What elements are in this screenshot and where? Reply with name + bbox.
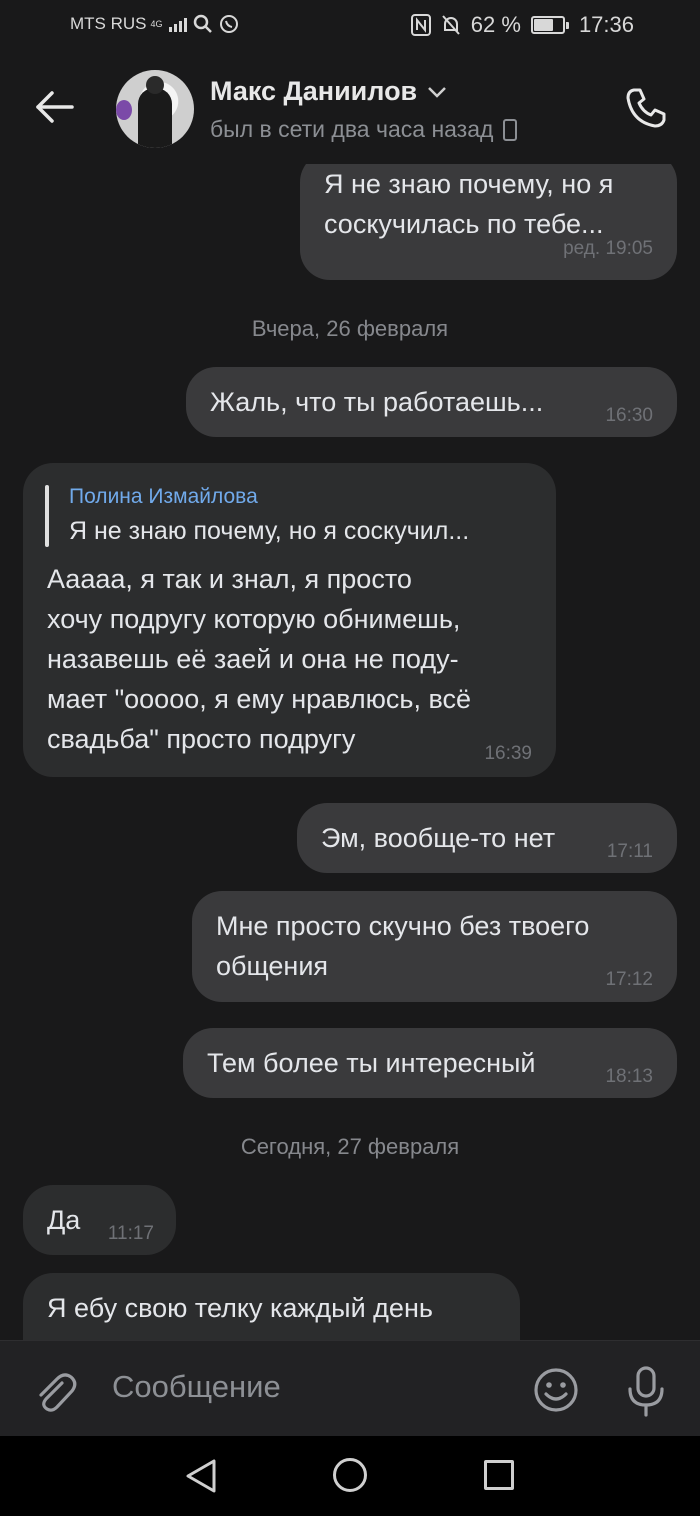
battery-icon <box>530 16 569 34</box>
message-bubble-outgoing[interactable]: Эм, вообще-то нет 17:11 <box>297 803 677 873</box>
message-time: 17:12 <box>605 969 653 990</box>
date-separator: Сегодня, 27 февраля <box>240 1134 460 1159</box>
reply-author[interactable]: Полина Измайлова <box>69 485 258 509</box>
nav-home-icon[interactable] <box>333 1458 367 1492</box>
whatsapp-icon <box>219 15 238 33</box>
reply-quote-bar <box>45 485 49 547</box>
message-bubble-incoming[interactable]: Да 11:17 <box>23 1185 176 1255</box>
chevron-down-icon <box>428 86 447 98</box>
contact-status: был в сети два часа назад <box>210 116 518 143</box>
message-time: 17:11 <box>606 841 653 862</box>
chat-header: Макс Даниилов был в сети два часа назад <box>0 54 700 164</box>
mute-bell-icon <box>442 15 460 35</box>
message-text: Я ебу свою телку каждый день <box>47 1293 433 1323</box>
nav-back-icon[interactable] <box>184 1458 218 1494</box>
message-composer: Сообщение <box>0 1340 700 1437</box>
nfc-icon <box>410 14 431 36</box>
network-type: 4G <box>150 18 163 29</box>
message-text: Я не знаю почему, но я соскучилась по те… <box>324 169 614 239</box>
microphone-icon[interactable] <box>624 1365 668 1417</box>
message-text: Тем более ты интересный <box>207 1048 536 1078</box>
message-text: Мне просто скучно без твоего общения <box>216 911 590 981</box>
message-text: Да <box>47 1205 81 1235</box>
paperclip-icon[interactable] <box>32 1369 78 1415</box>
message-bubble-incoming[interactable]: Полина Измайлова Я не знаю почему, но я … <box>23 463 556 777</box>
reply-text[interactable]: Я не знаю почему, но я соскучил... <box>69 517 469 546</box>
clock: 17:36 <box>578 12 634 37</box>
message-bubble-outgoing[interactable]: Я не знаю почему, но я соскучилась по те… <box>300 164 677 280</box>
battery-percent: 62 % <box>470 12 521 37</box>
status-bar: MTS RUS 4G 62 % 17:36 <box>0 0 700 54</box>
message-bubble-incoming[interactable]: Я ебу свою телку каждый день <box>23 1273 520 1340</box>
message-bubble-outgoing[interactable]: Жаль, что ты работаешь... 16:30 <box>186 367 677 437</box>
message-time: 11:17 <box>107 1223 154 1244</box>
contact-name[interactable]: Макс Даниилов <box>210 76 447 107</box>
message-time: 18:13 <box>605 1066 653 1087</box>
mobile-device-icon <box>503 118 518 141</box>
system-nav-bar <box>0 1436 700 1516</box>
search-icon <box>193 14 212 33</box>
date-separator: Вчера, 26 февраля <box>251 316 449 341</box>
message-time: 16:39 <box>484 743 532 764</box>
message-bubble-outgoing[interactable]: Тем более ты интересный 18:13 <box>183 1028 677 1098</box>
message-time: 16:30 <box>605 405 653 426</box>
nav-recent-apps-icon[interactable] <box>484 1460 514 1490</box>
back-arrow-icon[interactable] <box>32 84 78 130</box>
message-time: ред. 19:05 <box>563 238 653 259</box>
phone-icon[interactable] <box>622 84 670 132</box>
signal-icon <box>168 16 187 32</box>
avatar[interactable] <box>116 70 194 148</box>
message-bubble-outgoing[interactable]: Мне просто скучно без твоего общения 17:… <box>192 891 677 1002</box>
message-text: Ааааа, я так и знал, я просто хочу подру… <box>47 564 472 754</box>
message-input[interactable]: Сообщение <box>112 1369 281 1405</box>
message-list[interactable]: Я не знаю почему, но я соскучилась по те… <box>0 164 700 1340</box>
message-text: Жаль, что ты работаешь... <box>210 387 544 417</box>
smile-icon[interactable] <box>532 1366 580 1414</box>
carrier-label: MTS RUS <box>70 14 147 33</box>
message-text: Эм, вообще-то нет <box>321 823 556 853</box>
